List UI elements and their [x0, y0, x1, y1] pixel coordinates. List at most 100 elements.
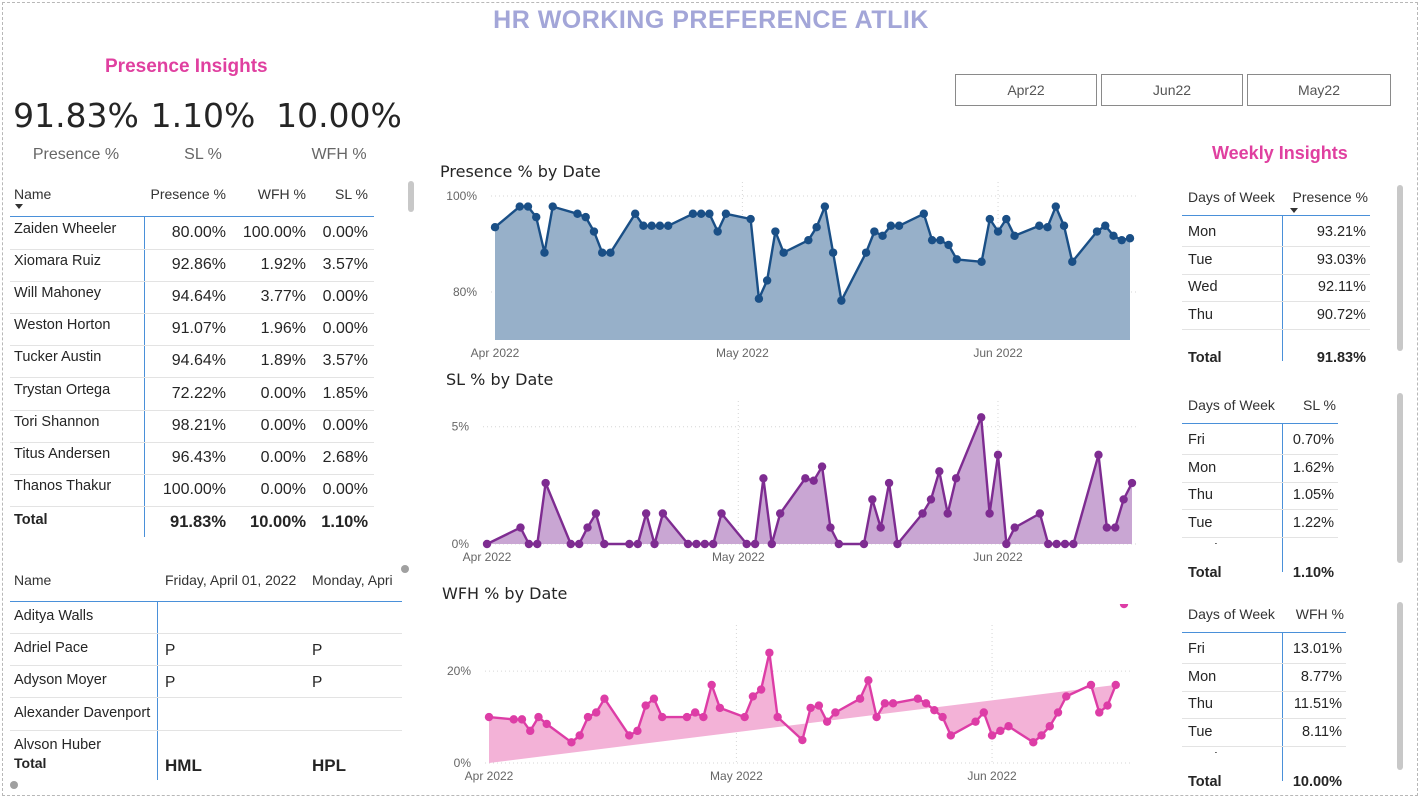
data-point [649, 694, 659, 703]
data-point [655, 221, 665, 230]
weekly-day-value: 11.51% [1293, 696, 1342, 713]
data-point [1102, 523, 1112, 532]
row-divider [10, 441, 374, 443]
data-point [482, 539, 492, 549]
weekly-wfh-header-value[interactable]: WFH % [1288, 606, 1344, 622]
weekly-wfh-header-day[interactable]: Days of Week [1188, 606, 1275, 622]
matrix-scroll-handle-horizontal[interactable] [401, 565, 409, 573]
employee-header-presence[interactable]: Presence % [146, 186, 226, 202]
data-point [740, 712, 749, 722]
data-point [633, 726, 642, 736]
data-point [600, 539, 609, 549]
employee-header-wfh[interactable]: WFH % [228, 186, 306, 202]
kpi-presence-label: Presence % [32, 146, 120, 163]
y-tick-label: 0% [454, 756, 472, 770]
data-point [775, 509, 785, 518]
row-divider [1182, 328, 1370, 330]
weekly-wfh-scrollbar[interactable] [1397, 602, 1403, 770]
weekly-sl-scrollbar[interactable] [1397, 393, 1403, 563]
data-point [566, 539, 575, 549]
data-point [515, 202, 524, 211]
weekly-sl-header-day[interactable]: Days of Week [1188, 397, 1275, 413]
data-point [971, 717, 980, 726]
matrix-employee-name: Aditya Walls [14, 608, 94, 624]
data-point [859, 539, 869, 549]
row-divider [10, 377, 374, 379]
data-point [742, 539, 751, 549]
matrix-header-0[interactable]: Name [14, 572, 154, 588]
data-point [517, 715, 527, 724]
employee-header-name[interactable]: Name [14, 186, 144, 202]
data-point [993, 227, 1003, 236]
x-tick-label: Apr 2022 [471, 346, 520, 360]
data-point [979, 708, 989, 717]
data-point [754, 294, 764, 303]
data-point [624, 731, 634, 740]
wfh-chart-title: WFH % by Date [442, 584, 568, 603]
data-point [708, 539, 718, 549]
data-point [1035, 221, 1044, 230]
slicer-jun22-button[interactable]: Jun22 [1101, 74, 1243, 106]
employee-name: Xiomara Ruiz [14, 253, 102, 270]
matrix-header-1[interactable]: Friday, April 01, 2022 [165, 572, 305, 588]
data-point [715, 703, 725, 713]
employee-name: Trystan Ortega [14, 381, 111, 398]
data-point [721, 209, 731, 218]
data-point [1052, 539, 1061, 549]
employee-value: 3.57% [322, 352, 368, 370]
matrix-header-2[interactable]: Monday, Apri [312, 572, 402, 588]
matrix-scroll-handle-vertical[interactable] [10, 781, 18, 789]
weekly-sl-header-value[interactable]: SL % [1288, 397, 1336, 413]
data-point [1059, 221, 1069, 230]
data-point [490, 223, 500, 232]
data-point [762, 276, 772, 285]
matrix-employee-name: Alvson Huber [14, 736, 102, 753]
employee-total-value: 91.83% [170, 513, 226, 531]
weekly-presence-total-value: 91.83% [1316, 350, 1366, 366]
data-point [868, 495, 877, 504]
sort-desc-icon[interactable] [1290, 208, 1298, 213]
data-point [1086, 680, 1096, 690]
presence-by-date-chart: 80% 100% Apr 2022 May 2022 Jun 2022 [446, 182, 1136, 360]
matrix-cell: P [312, 674, 323, 692]
employee-value: 0.00% [260, 416, 306, 434]
employee-value: 0.00% [260, 480, 306, 498]
employee-header-sl[interactable]: SL % [308, 186, 368, 202]
data-point [814, 701, 824, 710]
weekly-presence-scrollbar[interactable] [1397, 185, 1403, 351]
sort-desc-icon[interactable] [15, 204, 23, 209]
weekly-day-value: 93.03% [1316, 251, 1366, 268]
weekly-presence-header-value[interactable]: Presence % [1288, 189, 1368, 205]
data-point [639, 221, 648, 230]
data-point [817, 462, 827, 471]
data-point [1002, 539, 1011, 549]
data-point [919, 209, 929, 218]
weekly-day-value: 90.72% [1316, 306, 1366, 323]
data-point [509, 715, 518, 724]
slicer-apr22-button[interactable]: Apr22 [955, 74, 1097, 106]
x-tick-label: May 2022 [712, 550, 765, 564]
employee-value: 2.68% [322, 448, 368, 466]
weekly-day-label: Thu [1188, 696, 1213, 713]
data-point [707, 680, 716, 690]
data-point [1010, 231, 1019, 241]
employee-table-scrollbar[interactable] [408, 181, 414, 212]
data-point [926, 495, 936, 504]
weekly-presence-header-day[interactable]: Days of Week [1188, 189, 1275, 205]
employee-value: 0.00% [322, 288, 368, 306]
data-point [683, 539, 693, 549]
data-point [977, 257, 986, 266]
data-point [1037, 731, 1046, 740]
employee-value: 0.00% [260, 448, 306, 466]
data-point [523, 202, 533, 211]
x-tick-label: Apr 2022 [463, 550, 512, 564]
employee-header-divider [10, 216, 374, 217]
data-point [951, 474, 961, 483]
data-point [831, 708, 840, 717]
report-title: HR WORKING PREFERENCE ATLIK [493, 6, 929, 34]
employee-name: Tori Shannon [14, 413, 100, 430]
data-point [1053, 708, 1063, 717]
weekly-wfh-total-value: 10.00% [1292, 774, 1342, 790]
slicer-may22-button[interactable]: May22 [1247, 74, 1391, 106]
data-point [759, 474, 768, 483]
